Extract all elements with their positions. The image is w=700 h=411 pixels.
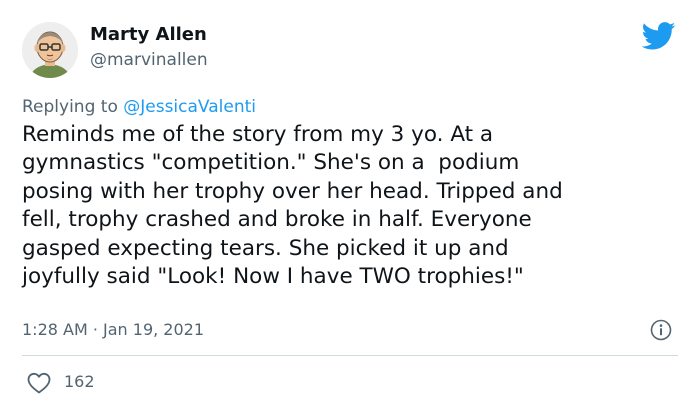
- tweet-text-line: gasped expecting tears. She picked it up…: [22, 235, 509, 261]
- replying-to-label: Replying to: [22, 97, 118, 117]
- avatar[interactable]: [22, 22, 78, 78]
- tweet-text: Reminds me of the story from my 3 yo. At…: [22, 121, 682, 291]
- twitter-bird-icon: [641, 22, 676, 50]
- author-handle[interactable]: @marvinallen: [90, 50, 208, 70]
- tweet-timestamp[interactable]: 1:28 AM · Jan 19, 2021: [22, 320, 204, 339]
- tweet-text-line: fell, trophy crashed and broke in half. …: [22, 207, 532, 233]
- tweet-text-line: joyfully said "Look! Now I have TWO trop…: [22, 264, 524, 290]
- author-name[interactable]: Marty Allen: [90, 24, 207, 45]
- replying-to: Replying to @JessicaValenti: [22, 97, 256, 117]
- info-icon[interactable]: [650, 319, 672, 341]
- avatar-image: [22, 22, 78, 78]
- heart-icon[interactable]: [26, 371, 52, 395]
- tweet-card: Marty Allen @marvinallen Replying to @Je…: [0, 0, 700, 411]
- tweet-text-line: gymnastics "competition." She's on a pod…: [22, 150, 520, 176]
- like-count: 162: [64, 372, 95, 391]
- divider: [22, 355, 678, 356]
- tweet-text-line: Reminds me of the story from my 3 yo. At…: [22, 122, 494, 147]
- mention-link[interactable]: @JessicaValenti: [123, 97, 256, 117]
- tweet-text-line: posing with her trophy over her head. Tr…: [22, 178, 563, 204]
